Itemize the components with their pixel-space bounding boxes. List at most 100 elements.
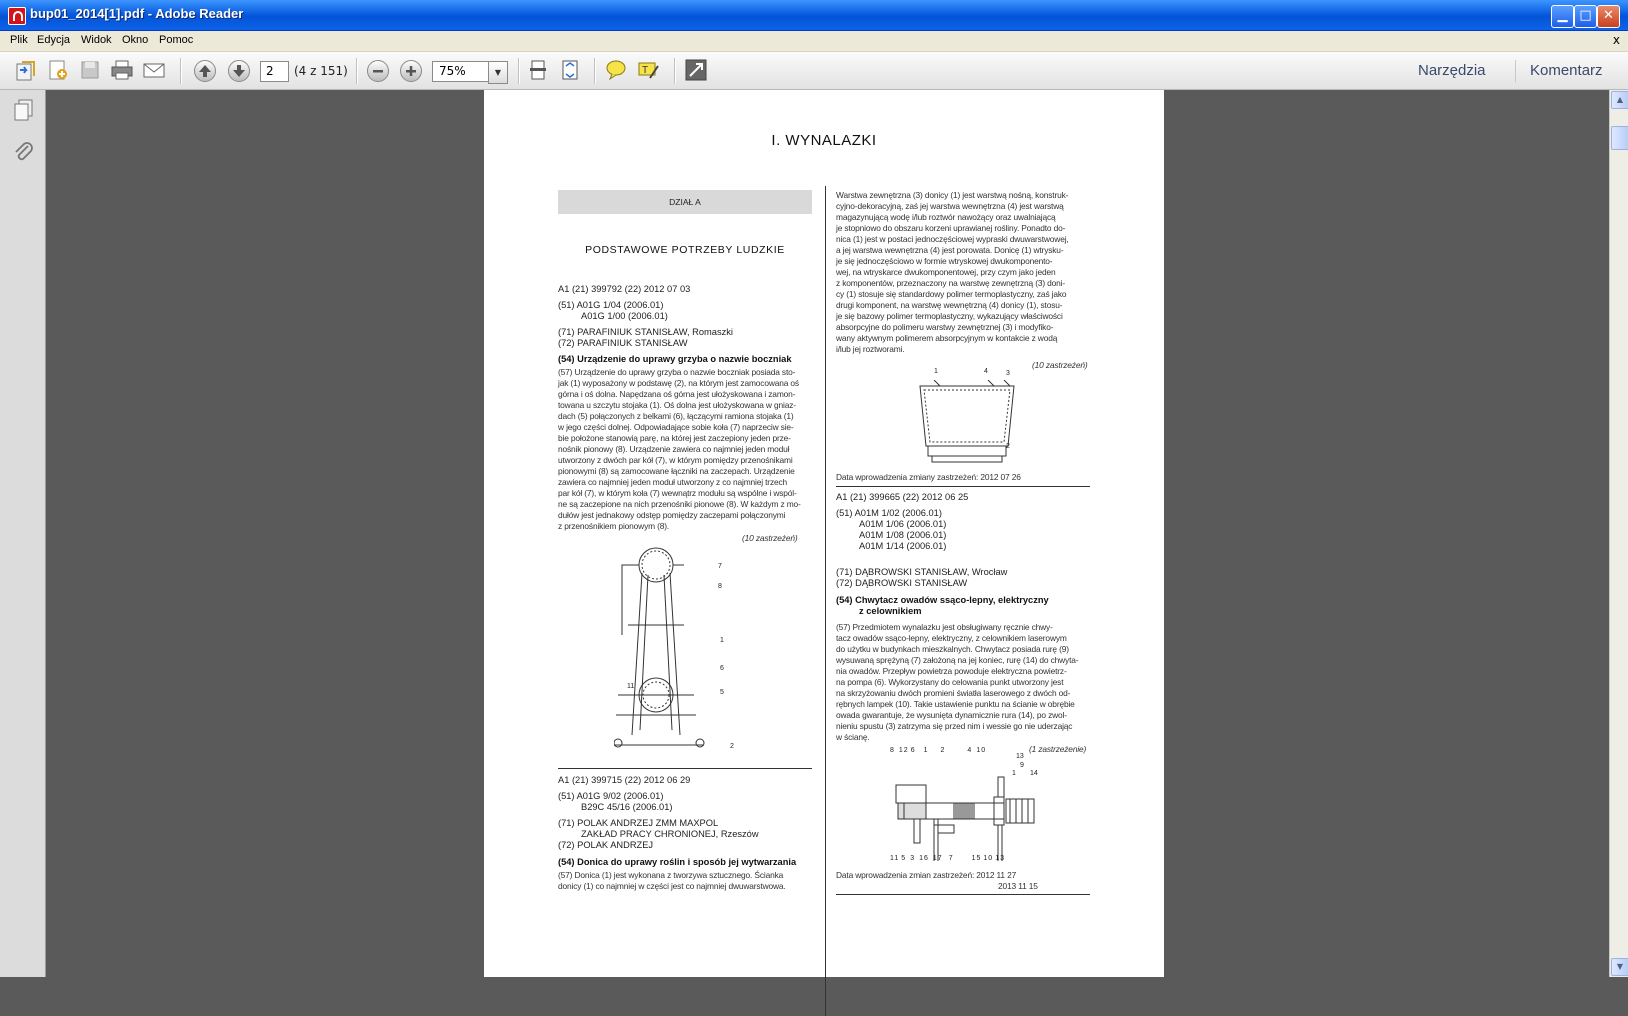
ipc-code: (51) A01G 9/02 (2006.01) [558, 791, 664, 801]
arrow-down-icon [233, 65, 245, 77]
claims-count: (1 zastrzeżenie) [1029, 744, 1087, 754]
abstract-line: (57) Przedmiotem wynalazku jest obsługiw… [836, 622, 1053, 632]
abstract-line: nia owadów. Przepływ powietrza powoduje … [836, 666, 1067, 676]
previous-page-button[interactable] [194, 60, 216, 82]
body-line: drugi komponent, na warstwę wewnętrzną (… [836, 300, 1063, 310]
attachments-paperclip-icon[interactable] [12, 140, 36, 164]
abstract-line: tacz owadów ssąco-lepny, elektryczny, z … [836, 633, 1067, 643]
ipc-code: B29C 45/16 (2006.01) [581, 802, 673, 812]
figure-label: 7 [718, 563, 722, 570]
scroll-down-button[interactable]: ▼ [1611, 958, 1628, 976]
document-close-button[interactable]: x [1613, 33, 1620, 47]
vertical-scrollbar[interactable]: ▲ ▼ [1609, 90, 1628, 977]
svg-text:T: T [642, 65, 648, 76]
figure-label: 4 [967, 747, 973, 754]
body-line: je stopniowo do obszaru korzeni uprawian… [836, 223, 1066, 233]
page-number-input[interactable]: 2 [260, 61, 289, 82]
body-line: Warstwa zewnętrzna (3) donicy (1) jest w… [836, 190, 1069, 200]
abstract-line: donicy (1) co najmniej w części jest co … [558, 881, 786, 891]
sticky-note-icon[interactable] [604, 58, 628, 82]
pdf-page: I. WYNALAZKI DZIAŁ A PODSTAWOWE POTRZEBY… [484, 90, 1164, 1016]
menu-okno[interactable]: Okno [122, 34, 148, 46]
body-line: je się bazowy polimer termoplastyczny, w… [836, 311, 1063, 321]
figure-label: 4 [984, 368, 988, 375]
save-icon[interactable] [78, 58, 102, 82]
figure-label: 1 [934, 368, 938, 375]
abstract-line: jak (1) wyposażony w podstawę (2), na kt… [558, 378, 799, 388]
abstract-line: nieniu spustu (3) zatrzyma się przed nim… [836, 721, 1073, 731]
fit-page-icon[interactable] [526, 58, 550, 82]
abstract-line: w jego części dolnej. Odpowiadające sobi… [558, 422, 794, 432]
zoom-dropdown-button[interactable]: ▼ [488, 61, 508, 84]
entry-header: A1 (21) 399715 (22) 2012 06 29 [558, 775, 691, 785]
abstract-line: nośnik pionowy (8). Urządzenie zawiera c… [558, 444, 790, 454]
zoom-out-button[interactable] [367, 60, 389, 82]
change-date: 2013 11 15 [998, 881, 1038, 891]
abstract-line: na skrzyżowaniu dwóch promieni światła l… [836, 688, 1071, 698]
comment-link[interactable]: Komentarz [1530, 62, 1603, 79]
invention-title: z celownikiem [859, 606, 922, 616]
menu-plik[interactable]: Plik [10, 34, 28, 46]
tools-link[interactable]: Narzędzia [1418, 62, 1486, 79]
plus-icon [406, 66, 416, 76]
figure-label: 2 [730, 743, 734, 750]
highlight-text-icon[interactable]: T [636, 58, 660, 82]
body-line: absorpcyjne do polimeru warstwy zewnętrz… [836, 322, 1054, 332]
figure-mushroom-device [614, 547, 705, 748]
figure-label: 8 [890, 747, 895, 754]
toolbar-separator [180, 58, 182, 84]
toolbar-separator [1515, 60, 1516, 82]
toolbar-separator [594, 58, 596, 84]
abstract-line: wysuwaną sprężyną (7) założoną na jej ko… [836, 655, 1079, 665]
body-line: magazynującą wodę i/lub roztwór nawożący… [836, 212, 1056, 222]
applicant: (71) PARAFINIUK STANISŁAW, Romaszki [558, 327, 733, 337]
close-button[interactable]: ✕ [1597, 5, 1620, 28]
pages-thumbnail-icon[interactable] [12, 98, 36, 122]
entry-divider [836, 486, 1090, 487]
maximize-button[interactable]: □ [1574, 5, 1597, 28]
figure-label: 8 [718, 583, 722, 590]
applicant: (71) DĄBROWSKI STANISŁAW, Wrocław [836, 567, 1008, 577]
menu-pomoc[interactable]: Pomoc [159, 34, 193, 46]
menu-edycja[interactable]: Edycja [37, 34, 70, 46]
figure-label: 5 [720, 689, 724, 696]
figure-label: 14 [1030, 770, 1038, 777]
menu-widok[interactable]: Widok [81, 34, 112, 46]
scroll-up-button[interactable]: ▲ [1611, 91, 1628, 109]
abstract-line: dułów jest jednakowy odstęp pomiędzy zac… [558, 510, 786, 520]
body-line: cy (1) stosuje się standardowy polimer t… [836, 289, 1067, 299]
body-line: je się jednoczęściowo w formie wtryskowe… [836, 256, 1053, 266]
minimize-button[interactable]: ▁ [1551, 5, 1574, 28]
open-file-icon[interactable] [14, 58, 38, 82]
figure-label: 2 [1006, 443, 1010, 450]
scroll-thumb[interactable] [1611, 126, 1628, 150]
applicant: (71) POLAK ANDRZEJ ZMM MAXPOL [558, 818, 719, 828]
ipc-code: A01G 1/00 (2006.01) [581, 311, 668, 321]
print-icon[interactable] [110, 58, 134, 82]
body-line: wej, na wtryskarce dwukomponentowej, prz… [836, 267, 1056, 277]
figure-label: 1 [923, 747, 929, 754]
zoom-level-input[interactable]: 75% [432, 61, 490, 82]
invention-title: (54) Urządzenie do uprawy grzyba o nazwi… [558, 354, 792, 364]
adobe-reader-icon [8, 7, 26, 25]
claims-count: (10 zastrzeżeń) [1032, 360, 1088, 370]
create-pdf-icon[interactable] [46, 58, 70, 82]
section-heading: PODSTAWOWE POTRZEBY LUDZKIE [585, 244, 785, 256]
zoom-in-button[interactable] [400, 60, 422, 82]
claims-count: (10 zastrzeżeń) [742, 533, 798, 543]
body-line: wany aktywnym polimerem absorpcyjnym w k… [836, 333, 1058, 343]
next-page-button[interactable] [228, 60, 250, 82]
abstract-line: (57) Donica (1) jest wykonana z tworzywa… [558, 870, 784, 880]
body-line: z komponentów, przeznaczony na warstwę z… [836, 278, 1066, 288]
email-icon[interactable] [142, 58, 166, 82]
figure-label: 16 [919, 855, 929, 862]
fit-width-icon[interactable] [558, 58, 582, 82]
abstract-line: (57) Urządzenie do uprawy grzyba o nazwi… [558, 367, 796, 377]
full-screen-icon[interactable] [684, 58, 708, 82]
abstract-line: na pompa (6). Wykorzystany do celowania … [836, 677, 1064, 687]
invention-title: (54) Donica do uprawy roślin i sposób je… [558, 857, 797, 867]
figure-labels-top: 8 12 6 1 2 4 10 [890, 747, 986, 754]
document-title: I. WYNALAZKI [771, 132, 877, 149]
figure-label: 13 [1016, 753, 1024, 760]
entry-header: A1 (21) 399792 (22) 2012 07 03 [558, 284, 691, 294]
